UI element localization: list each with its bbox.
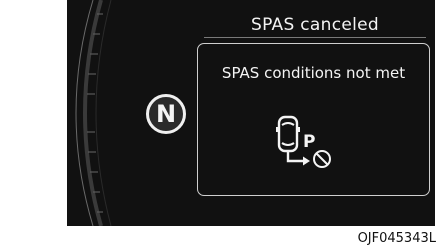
message-panel: SPAS conditions not met P	[197, 43, 430, 196]
header-divider	[204, 37, 426, 38]
speedometer-dial-arc	[75, 0, 112, 226]
gear-indicator: N	[146, 94, 186, 134]
prohibited-icon	[313, 150, 331, 168]
car-top-view-icon	[276, 115, 300, 153]
status-title: SPAS canceled	[251, 15, 379, 35]
instrument-cluster-display: N SPAS canceled SPAS conditions not met	[67, 0, 435, 226]
exit-arrow-icon	[286, 152, 310, 166]
figure-code: OJF045343L	[357, 231, 436, 246]
figure: N SPAS canceled SPAS conditions not met	[0, 0, 436, 248]
message-text: SPAS conditions not met	[221, 64, 406, 82]
spas-graphic: P	[276, 115, 331, 168]
parking-p-icon: P	[303, 132, 315, 152]
